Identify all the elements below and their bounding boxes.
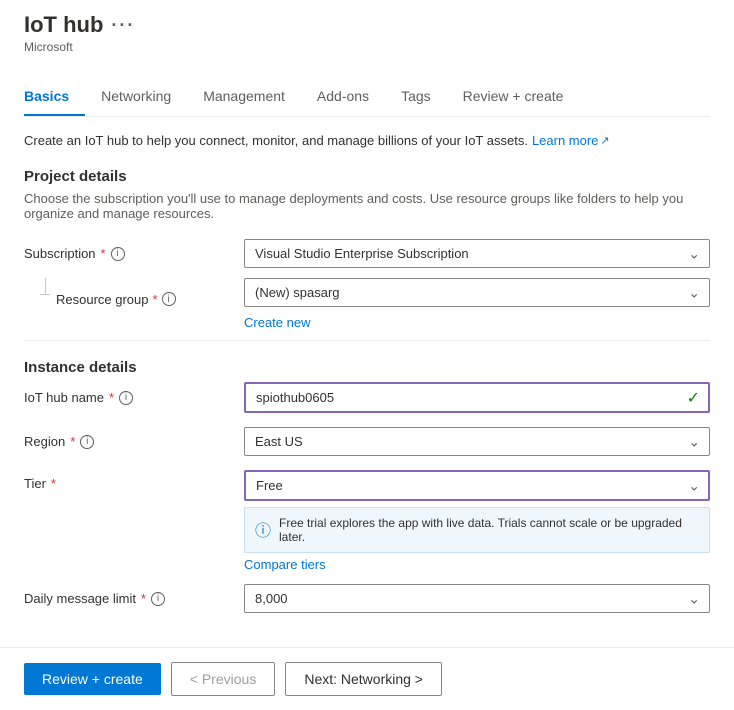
review-create-button[interactable]: Review + create [24, 663, 161, 695]
resource-group-select[interactable]: (New) spasarg [244, 278, 710, 307]
daily-message-required: * [141, 591, 146, 606]
tier-select[interactable]: Free [244, 470, 710, 501]
tab-bar: Basics Networking Management Add-ons Tag… [24, 78, 710, 117]
subscription-label: Subscription * i [24, 246, 244, 261]
tier-info-box: ⓘ Free trial explores the app with live … [244, 507, 710, 553]
resource-group-row: Resource group * i (New) spasarg Create … [24, 278, 710, 330]
daily-message-limit-input[interactable]: 8,000 [244, 584, 710, 613]
page-subtitle: Microsoft [24, 40, 710, 54]
tier-label: Tier * [24, 470, 244, 491]
resource-group-info-icon[interactable]: i [162, 292, 176, 306]
tab-management[interactable]: Management [187, 78, 301, 116]
learn-more-link[interactable]: Learn more ↗ [532, 133, 610, 148]
region-label: Region * i [24, 434, 244, 449]
resource-group-label-col: Resource group * i [24, 278, 244, 320]
previous-button[interactable]: < Previous [171, 662, 276, 696]
resource-group-select-wrapper: (New) spasarg [244, 278, 710, 307]
region-required: * [70, 434, 75, 449]
info-box-icon: ⓘ [255, 517, 271, 541]
iot-hub-name-input-wrapper: ✓ [244, 382, 710, 413]
region-row: Region * i East US [24, 427, 710, 456]
daily-message-limit-row: Daily message limit * i 8,000 [24, 584, 710, 613]
daily-message-select[interactable]: 8,000 [244, 584, 710, 613]
page-title: IoT hub ··· [24, 12, 710, 38]
iot-hub-name-label: IoT hub name * i [24, 390, 244, 405]
resource-group-label: Resource group * i [56, 292, 176, 307]
footer: Review + create < Previous Next: Network… [0, 647, 734, 710]
tier-input-col: Free ⓘ Free trial explores the app with … [244, 470, 710, 572]
title-text: IoT hub [24, 12, 103, 38]
subscription-required: * [101, 246, 106, 261]
tier-required: * [51, 476, 56, 491]
compare-tiers-link[interactable]: Compare tiers [244, 557, 326, 572]
subscription-input[interactable]: Visual Studio Enterprise Subscription [244, 239, 710, 268]
subscription-info-icon[interactable]: i [111, 247, 125, 261]
next-button[interactable]: Next: Networking > [285, 662, 442, 696]
section-divider [24, 340, 710, 341]
more-options-icon[interactable]: ··· [111, 15, 135, 36]
tab-basics[interactable]: Basics [24, 78, 85, 116]
region-info-icon[interactable]: i [80, 435, 94, 449]
project-details-title: Project details [24, 168, 710, 185]
daily-message-limit-label: Daily message limit * i [24, 591, 244, 606]
resource-group-required: * [153, 292, 158, 307]
tier-row: Tier * Free ⓘ Free trial explores the ap… [24, 470, 710, 572]
page-description: Create an IoT hub to help you connect, m… [24, 133, 710, 148]
resource-group-input-col: (New) spasarg Create new [244, 278, 710, 330]
subscription-select[interactable]: Visual Studio Enterprise Subscription [244, 239, 710, 268]
iot-hub-name-info-icon[interactable]: i [119, 391, 133, 405]
iot-hub-name-input[interactable] [244, 382, 710, 413]
region-input[interactable]: East US [244, 427, 710, 456]
instance-details-title: Instance details [24, 359, 710, 376]
tab-tags[interactable]: Tags [385, 78, 447, 116]
daily-message-info-icon[interactable]: i [151, 592, 165, 606]
project-details-desc: Choose the subscription you'll use to ma… [24, 191, 710, 221]
external-link-icon: ↗ [600, 134, 609, 147]
valid-checkmark-icon: ✓ [687, 388, 700, 408]
create-new-link[interactable]: Create new [244, 315, 710, 330]
tab-review-create[interactable]: Review + create [447, 78, 580, 116]
iot-hub-name-required: * [109, 390, 114, 405]
tab-addons[interactable]: Add-ons [301, 78, 385, 116]
region-select[interactable]: East US [244, 427, 710, 456]
subscription-row: Subscription * i Visual Studio Enterpris… [24, 239, 710, 268]
iot-hub-name-row: IoT hub name * i ✓ [24, 382, 710, 413]
tab-networking[interactable]: Networking [85, 78, 187, 116]
